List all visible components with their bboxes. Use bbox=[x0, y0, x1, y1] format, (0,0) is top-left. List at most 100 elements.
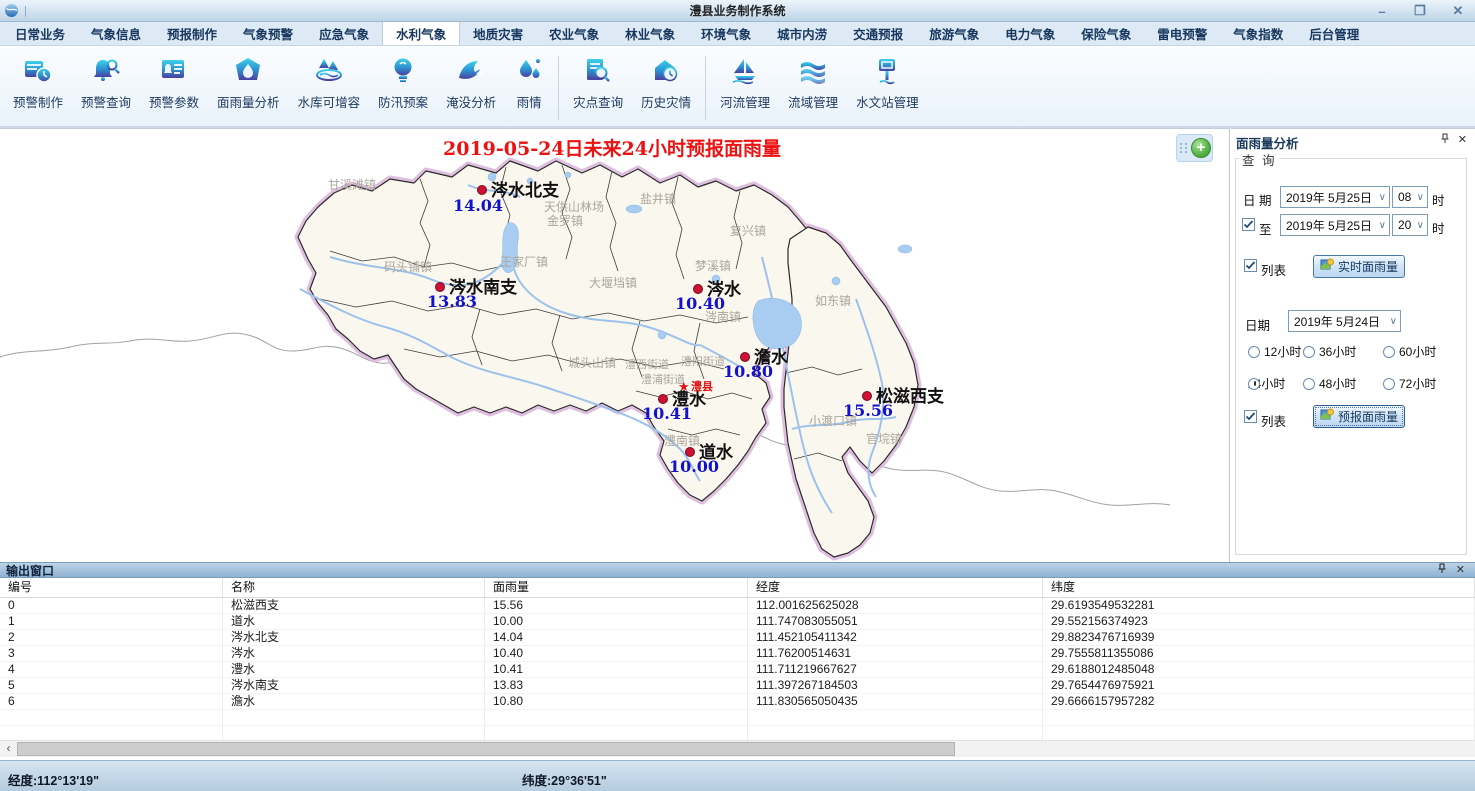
table-row[interactable]: 4澧水10.41111.71121966762729.6188012485048 bbox=[0, 662, 1475, 678]
horizontal-scrollbar: ‹ bbox=[0, 740, 1475, 757]
station-dot bbox=[686, 448, 695, 457]
star-icon: ★ bbox=[678, 379, 690, 394]
close-output-icon[interactable]: ✕ bbox=[1456, 565, 1465, 576]
realtime-list-checkbox[interactable] bbox=[1244, 259, 1257, 272]
map-title-layer: 2019-05-24日未来24小时预报面雨量 bbox=[443, 137, 781, 160]
table-row[interactable]: 0松滋西支15.56112.00162562502829.61935495322… bbox=[0, 598, 1475, 614]
menu-tab-应急气象[interactable]: 应急气象 bbox=[306, 22, 382, 45]
station-value: 10.80 bbox=[723, 362, 773, 381]
minimize-button[interactable]: – bbox=[1371, 4, 1393, 19]
column-header: 编号 bbox=[0, 578, 223, 597]
tool-label: 水文站管理 bbox=[856, 92, 919, 111]
town-label: 王家厂镇 bbox=[500, 254, 548, 269]
status-longitude: 经度:112°13'19" bbox=[8, 770, 99, 789]
tool-历史灾情[interactable]: 历史灾情 bbox=[632, 54, 700, 111]
table-cell: 10.80 bbox=[485, 694, 748, 709]
menu-tab-农业气象[interactable]: 农业气象 bbox=[536, 22, 612, 45]
radio-60小时[interactable]: 60小时 bbox=[1383, 343, 1436, 360]
pin-icon[interactable] bbox=[1440, 133, 1450, 147]
tool-流域管理[interactable]: 流域管理 bbox=[779, 54, 847, 111]
menu-tab-气象信息[interactable]: 气象信息 bbox=[78, 22, 154, 45]
tool-预警参数[interactable]: 预警参数 bbox=[140, 54, 208, 111]
menu-tab-地质灾害[interactable]: 地质灾害 bbox=[460, 22, 536, 45]
end-date-select[interactable]: 2019年 5月25日 ∨ bbox=[1280, 214, 1390, 236]
table-row-empty bbox=[0, 710, 1475, 726]
tool-面雨量分析[interactable]: 面雨量分析 bbox=[208, 54, 289, 111]
table-cell: 29.7555811355086 bbox=[1043, 646, 1475, 661]
start-date-select[interactable]: 2019年 5月25日 ∨ bbox=[1280, 186, 1390, 208]
tool-防汛预案[interactable]: 防汛预案 bbox=[369, 54, 437, 111]
column-header: 纬度 bbox=[1043, 578, 1475, 597]
menu-tab-交通预报[interactable]: 交通预报 bbox=[840, 22, 916, 45]
menu-tab-电力气象[interactable]: 电力气象 bbox=[992, 22, 1068, 45]
menu-tab-后台管理[interactable]: 后台管理 bbox=[1296, 22, 1372, 45]
forecast-list-label: 列表 bbox=[1261, 411, 1286, 430]
station-value: 13.83 bbox=[427, 292, 477, 311]
tool-水库可增容[interactable]: 水库可增容 bbox=[289, 54, 370, 111]
table-row[interactable]: 5涔水南支13.83111.39726718450329.76544769759… bbox=[0, 678, 1475, 694]
tool-预警查询[interactable]: 预警查询 bbox=[72, 54, 140, 111]
zoom-in-button[interactable]: + bbox=[1191, 138, 1211, 158]
menu-tab-保险气象[interactable]: 保险气象 bbox=[1068, 22, 1144, 45]
menu-tab-水利气象[interactable]: 水利气象 bbox=[382, 22, 460, 45]
tool-label: 历史灾情 bbox=[641, 92, 691, 111]
table-row[interactable]: 6澹水10.80111.83056505043529.6666157957282 bbox=[0, 694, 1475, 710]
menu-tab-气象预警[interactable]: 气象预警 bbox=[230, 22, 306, 45]
radio-24小时[interactable]: 24小时 bbox=[1248, 375, 1285, 392]
realtime-rain-button[interactable]: 实时面雨量 bbox=[1313, 255, 1405, 278]
tool-淹没分析[interactable]: 淹没分析 bbox=[437, 54, 505, 111]
table-cell: 10.41 bbox=[485, 662, 748, 677]
to-date-checkbox[interactable] bbox=[1242, 218, 1255, 231]
maximize-button[interactable]: ❐ bbox=[1409, 3, 1431, 19]
status-latitude: 纬度:29°36'51" bbox=[522, 770, 607, 789]
menu-tab-旅游气象[interactable]: 旅游气象 bbox=[916, 22, 992, 45]
town-label: 如东镇 bbox=[815, 293, 851, 308]
chevron-down-icon: ∨ bbox=[1390, 316, 1397, 327]
station-dot bbox=[659, 395, 668, 404]
tool-灾点查询[interactable]: 灾点查询 bbox=[564, 54, 632, 111]
station-dot bbox=[741, 353, 750, 362]
radio-48小时[interactable]: 48小时 bbox=[1303, 375, 1356, 392]
menu-tab-环境气象[interactable]: 环境气象 bbox=[688, 22, 764, 45]
tool-雨情[interactable]: 雨情 bbox=[505, 54, 553, 111]
forecast-date-select[interactable]: 2019年 5月24日 ∨ bbox=[1288, 310, 1401, 332]
menu-tab-雷电预警[interactable]: 雷电预警 bbox=[1144, 22, 1220, 45]
radio-72小时[interactable]: 72小时 bbox=[1383, 375, 1436, 392]
menu-tab-预报制作[interactable]: 预报制作 bbox=[154, 22, 230, 45]
menu-tab-气象指数[interactable]: 气象指数 bbox=[1220, 22, 1296, 45]
map-canvas[interactable]: 甘溪滩镇盐井镇天供山林场金罗镇复兴镇王家厂镇码头铺镇梦溪镇大堰垱镇涔南镇如东镇城… bbox=[0, 129, 1229, 562]
table-row[interactable]: 1道水10.00111.74708305505129.552156374923 bbox=[0, 614, 1475, 630]
scroll-left-arrow[interactable]: ‹ bbox=[0, 741, 17, 757]
forecast-date-label: 日期 bbox=[1245, 315, 1270, 334]
rain-icon bbox=[514, 54, 544, 88]
tool-河流管理[interactable]: 河流管理 bbox=[711, 54, 779, 111]
drag-handle[interactable] bbox=[1180, 143, 1188, 153]
table-cell: 14.04 bbox=[485, 630, 748, 645]
radio-36小时[interactable]: 36小时 bbox=[1303, 343, 1356, 360]
scrollbar-thumb[interactable] bbox=[17, 742, 955, 756]
table-cell: 松滋西支 bbox=[223, 598, 485, 613]
forecast-list-checkbox[interactable] bbox=[1244, 410, 1257, 423]
tool-水文站管理[interactable]: 水文站管理 bbox=[847, 54, 928, 111]
table-row[interactable]: 2涔水北支14.04111.45210541134229.88234767169… bbox=[0, 630, 1475, 646]
close-panel-icon[interactable]: ✕ bbox=[1458, 135, 1467, 146]
status-bar: 经度:112°13'19" 纬度:29°36'51" bbox=[0, 760, 1475, 791]
tool-label: 水库可增容 bbox=[298, 92, 361, 111]
radio-12小时[interactable]: 12小时 bbox=[1248, 343, 1301, 360]
end-hour-select[interactable]: 20 ∨ bbox=[1392, 214, 1428, 236]
close-button[interactable]: ✕ bbox=[1447, 3, 1469, 19]
table-cell: 29.8823476716939 bbox=[1043, 630, 1475, 645]
chevron-down-icon: ∨ bbox=[1379, 220, 1386, 231]
town-label: 澧阳街道 bbox=[681, 354, 725, 368]
table-row[interactable]: 3涔水10.40111.7620051463129.7555811355086 bbox=[0, 646, 1475, 662]
pin-icon[interactable] bbox=[1437, 563, 1447, 577]
tool-预警制作[interactable]: 预警制作 bbox=[4, 54, 72, 111]
toolbar-separator bbox=[558, 56, 559, 120]
menu-tab-城市内涝[interactable]: 城市内涝 bbox=[764, 22, 840, 45]
start-hour-select[interactable]: 08 ∨ bbox=[1392, 186, 1428, 208]
table-cell: 111.397267184503 bbox=[748, 678, 1043, 693]
forecast-rain-button[interactable]: 预报面雨量 bbox=[1313, 405, 1405, 428]
table-cell: 涔水北支 bbox=[223, 630, 485, 645]
menu-tab-日常业务[interactable]: 日常业务 bbox=[2, 22, 78, 45]
menu-tab-林业气象[interactable]: 林业气象 bbox=[612, 22, 688, 45]
